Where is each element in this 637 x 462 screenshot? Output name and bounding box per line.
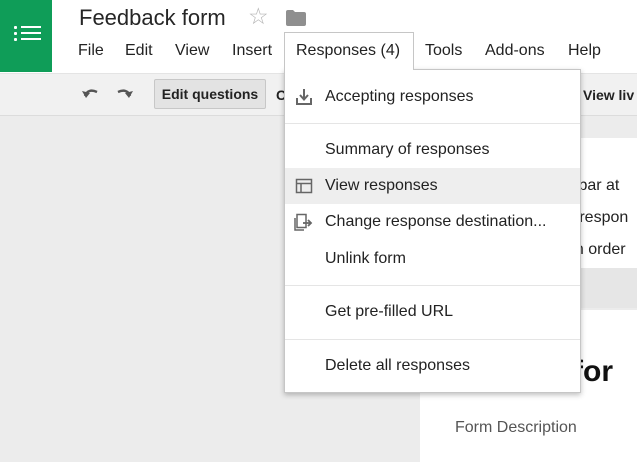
accepting-responses-item[interactable]: Accepting responses — [285, 79, 580, 115]
menu-separator — [285, 339, 580, 340]
folder-icon[interactable] — [285, 9, 307, 32]
unlink-form-item[interactable]: Unlink form — [285, 241, 580, 277]
menu-file[interactable]: File — [78, 42, 104, 60]
menu-tools[interactable]: Tools — [425, 42, 462, 60]
dropdown-item-label: Get pre-filled URL — [325, 303, 454, 320]
document-title[interactable]: Feedback form — [79, 5, 226, 31]
app-header: Feedback form ☆ File Edit View Insert Re… — [0, 0, 637, 73]
delete-all-responses-item[interactable]: Delete all responses — [285, 348, 580, 384]
menu-separator — [285, 285, 580, 286]
menu-separator — [285, 123, 580, 124]
responses-dropdown-menu: Accepting responses Summary of responses… — [284, 69, 581, 393]
change-response-destination-item[interactable]: Change response destination... — [285, 204, 580, 240]
menu-view[interactable]: View — [175, 42, 209, 60]
download-tray-icon — [294, 87, 314, 112]
menu-help[interactable]: Help — [568, 42, 601, 60]
dropdown-item-label: Summary of responses — [325, 141, 490, 158]
table-icon — [294, 176, 314, 201]
menu-insert[interactable]: Insert — [232, 42, 272, 60]
dropdown-item-label: View responses — [325, 177, 438, 194]
dropdown-item-label: Change response destination... — [325, 213, 547, 230]
redo-icon[interactable] — [113, 84, 135, 107]
dropdown-item-label: Accepting responses — [325, 88, 474, 105]
undo-icon[interactable] — [80, 84, 102, 107]
view-responses-item[interactable]: View responses — [285, 168, 580, 204]
summary-of-responses-item[interactable]: Summary of responses — [285, 132, 580, 168]
view-live-form-button[interactable]: View liv — [583, 87, 634, 103]
menu-add-ons[interactable]: Add-ons — [485, 42, 545, 60]
edit-questions-button[interactable]: Edit questions — [154, 79, 266, 109]
menu-responses[interactable]: Responses (4) — [296, 42, 400, 60]
get-pre-filled-url-item[interactable]: Get pre-filled URL — [285, 294, 580, 330]
star-icon[interactable]: ☆ — [248, 5, 269, 28]
form-description-input[interactable]: Form Description — [455, 419, 577, 437]
menu-edit[interactable]: Edit — [125, 42, 153, 60]
forms-logo-icon[interactable] — [0, 0, 52, 72]
dropdown-item-label: Unlink form — [325, 250, 406, 267]
dropdown-item-label: Delete all responses — [325, 357, 470, 374]
move-output-icon — [294, 212, 314, 237]
